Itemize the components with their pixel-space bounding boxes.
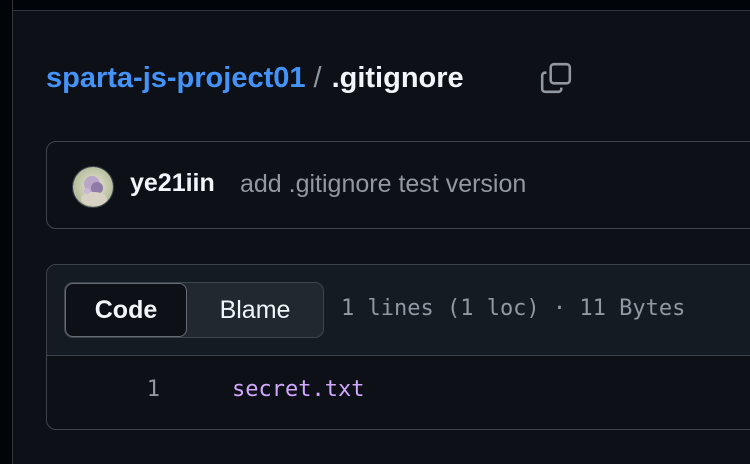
- view-mode-toggle: Code Blame: [64, 282, 324, 338]
- breadcrumb-file-name: .gitignore: [331, 61, 464, 94]
- code-line: secret.txt: [232, 377, 365, 402]
- file-size-info: 1 lines (1 loc) · 11 Bytes: [341, 296, 686, 321]
- commit-message[interactable]: add .gitignore test version: [240, 170, 526, 199]
- file-page: sparta-js-project01 / .gitignore ye21iin…: [0, 0, 750, 464]
- breadcrumb: sparta-js-project01 / .gitignore: [46, 58, 464, 98]
- breadcrumb-repo-link[interactable]: sparta-js-project01: [46, 62, 306, 95]
- copy-icon: [540, 62, 572, 94]
- avatar-image: [73, 167, 113, 207]
- top-divider: [0, 0, 750, 11]
- breadcrumb-separator: /: [313, 61, 322, 94]
- tab-blame[interactable]: Blame: [187, 283, 323, 337]
- user-avatar[interactable]: [72, 166, 114, 208]
- copy-path-button[interactable]: [536, 58, 576, 98]
- side-panel-edge: [0, 0, 13, 464]
- commit-author[interactable]: ye21iin: [130, 169, 215, 198]
- tab-code[interactable]: Code: [65, 283, 187, 337]
- line-number[interactable]: 1: [120, 377, 160, 402]
